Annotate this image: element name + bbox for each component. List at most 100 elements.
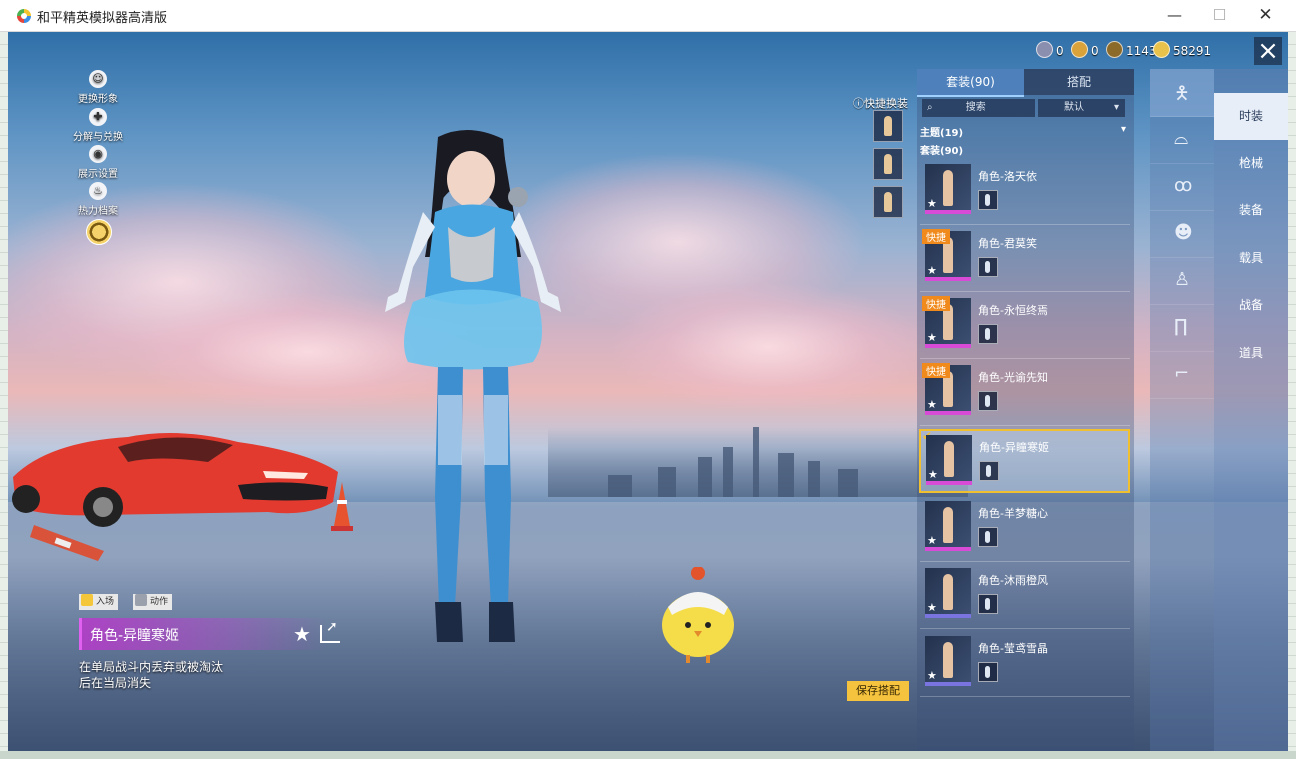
outfit-preview-icon[interactable] bbox=[978, 257, 998, 277]
slot-hat[interactable]: ⌓ bbox=[1150, 116, 1214, 164]
outfit-preview-icon[interactable] bbox=[978, 594, 998, 614]
maximize-button[interactable]: ☐ bbox=[1197, 0, 1242, 31]
fallen-traffic-cone bbox=[30, 525, 104, 561]
outfit-preview-icon[interactable] bbox=[978, 190, 998, 210]
quick-slot[interactable] bbox=[873, 148, 903, 180]
title-bar: 和平精英模拟器高清版 — ☐ ✕ bbox=[0, 0, 1296, 32]
outfit-preview-icon[interactable] bbox=[978, 662, 998, 682]
game-viewport: ☺ 更换形象 ✚ 分解与兑换 ◉ 展示设置 ♨ 热力档案 0 0 1143 58… bbox=[8, 32, 1288, 751]
tab-vehicles[interactable]: 载具 bbox=[1214, 235, 1288, 282]
list-item[interactable]: ★ 角色-洛天依 bbox=[920, 160, 1130, 225]
outfit-thumbnail: ★ bbox=[925, 164, 971, 214]
tab-match[interactable]: 搭配 bbox=[1024, 69, 1134, 95]
list-item[interactable]: ★ 角色-莹鸢雪晶 bbox=[920, 632, 1130, 697]
desktop-background-bottom bbox=[0, 751, 1296, 759]
slot-glasses[interactable]: ꝏ bbox=[1150, 163, 1214, 211]
category-menu: 时装 枪械 装备 载具 战备 道具 bbox=[1214, 69, 1288, 751]
slot-top[interactable]: ♙ bbox=[1150, 257, 1214, 305]
dismantle-exchange-button[interactable]: ✚ 分解与兑换 bbox=[53, 108, 143, 143]
character-model bbox=[385, 129, 561, 642]
quick-change-text: 快捷换装 bbox=[864, 97, 908, 110]
sort-dropdown[interactable]: 默认 ▾ bbox=[1038, 99, 1125, 117]
favorite-star-icon[interactable]: ★ bbox=[293, 622, 311, 646]
search-input[interactable]: ⌕ 搜索 bbox=[922, 99, 1035, 117]
save-outfit-button[interactable]: 保存搭配 bbox=[847, 681, 909, 701]
heat-level-badge-icon[interactable] bbox=[86, 219, 112, 245]
tab-guns[interactable]: 枪械 bbox=[1214, 140, 1288, 187]
window-title: 和平精英模拟器高清版 bbox=[37, 11, 168, 26]
entrance-action-button[interactable]: 入场 bbox=[79, 594, 119, 610]
theme-filter[interactable]: 主题(19) ▾ bbox=[920, 124, 1130, 139]
close-window-button[interactable]: ✕ bbox=[1243, 0, 1288, 31]
desktop-background-left bbox=[0, 32, 8, 759]
person-icon: ☺ bbox=[89, 70, 107, 88]
search-icon: ⌕ bbox=[927, 102, 933, 113]
outfit-preview-icon[interactable] bbox=[978, 391, 998, 411]
slot-full-outfit[interactable]: 🯅 bbox=[1150, 69, 1214, 117]
list-item[interactable]: 快捷 ★ 角色-光谕先知 bbox=[920, 361, 1130, 426]
side-menu-label: 热力档案 bbox=[78, 206, 118, 217]
quick-tag: 快捷 bbox=[922, 363, 950, 378]
outfit-name: 角色-君莫笑 bbox=[978, 237, 1037, 250]
outfit-preview-icon[interactable] bbox=[979, 461, 999, 481]
theme-label: 主题(19) bbox=[920, 128, 964, 139]
star-icon: ★ bbox=[927, 331, 937, 344]
list-item[interactable]: 快捷 ★ 角色-君莫笑 bbox=[920, 227, 1130, 292]
quick-tag: 快捷 bbox=[922, 296, 950, 311]
list-item-selected[interactable]: ✔ ★ 角色-异瞳寒姬 bbox=[919, 429, 1130, 493]
display-settings-button[interactable]: ◉ 展示设置 bbox=[53, 145, 143, 180]
cloud bbox=[608, 282, 928, 412]
quick-slot[interactable] bbox=[873, 186, 903, 218]
outfit-thumbnail: ★ bbox=[926, 435, 972, 485]
side-menu-label: 分解与兑换 bbox=[73, 132, 123, 143]
tab-fashion[interactable]: 时装 bbox=[1214, 93, 1288, 140]
pants-icon: ∏ bbox=[1174, 316, 1188, 337]
minimize-button[interactable]: — bbox=[1152, 0, 1197, 31]
quick-change-label[interactable]: ⓘ快捷换装 bbox=[853, 95, 908, 111]
desktop-background-right bbox=[1288, 32, 1296, 759]
coupon-icon bbox=[1036, 41, 1053, 58]
app-logo-icon bbox=[17, 9, 31, 23]
star-icon: ★ bbox=[927, 197, 937, 210]
sort-value: 默认 bbox=[1064, 102, 1084, 113]
tab-equipment[interactable]: 装备 bbox=[1214, 187, 1288, 234]
outfit-thumbnail: ★ bbox=[925, 568, 971, 618]
close-wardrobe-button[interactable]: × bbox=[1254, 37, 1282, 65]
tab-items[interactable]: 道具 bbox=[1214, 330, 1288, 377]
list-item[interactable]: ★ 角色-沐雨橙风 bbox=[920, 564, 1130, 629]
chick-pet bbox=[662, 567, 734, 663]
star-icon: ★ bbox=[927, 398, 937, 411]
chevron-down-icon: ▾ bbox=[1113, 102, 1119, 113]
tab-battle-prep[interactable]: 战备 bbox=[1214, 282, 1288, 329]
star-icon: ★ bbox=[927, 601, 937, 614]
quick-tag: 快捷 bbox=[922, 229, 950, 244]
motion-action-button[interactable]: 动作 bbox=[133, 594, 173, 610]
slot-mask[interactable]: ☻ bbox=[1150, 210, 1214, 258]
currency-value: 58291 bbox=[1173, 44, 1212, 58]
character-name: 角色-异瞳寒姬 bbox=[90, 628, 180, 644]
side-menu-label: 更换形象 bbox=[78, 94, 118, 105]
slot-pants[interactable]: ∏ bbox=[1150, 304, 1214, 352]
star-icon: ★ bbox=[927, 264, 937, 277]
cap-icon: ⌓ bbox=[1174, 128, 1189, 149]
red-sports-car bbox=[12, 433, 338, 527]
heat-archive-button[interactable]: ♨ 热力档案 bbox=[53, 182, 143, 217]
smiley-icon bbox=[81, 594, 93, 606]
outfit-name: 角色-沐雨橙风 bbox=[978, 574, 1048, 587]
outfit-name: 角色-光谕先知 bbox=[978, 371, 1048, 384]
slot-shoes[interactable]: ⌐ bbox=[1150, 351, 1214, 399]
outfit-preview-icon[interactable] bbox=[978, 527, 998, 547]
outfit-preview-icon[interactable] bbox=[978, 324, 998, 344]
change-appearance-button[interactable]: ☺ 更换形象 bbox=[53, 70, 143, 105]
list-item[interactable]: ★ 角色-羊梦糖心 bbox=[920, 497, 1130, 562]
currency-item: 0 bbox=[1071, 41, 1099, 59]
character-description: 在单局战斗内丢弃或被淘汰后在当局消失 bbox=[79, 660, 224, 690]
tab-suits[interactable]: 套装(90) bbox=[917, 69, 1024, 97]
share-icon[interactable] bbox=[320, 619, 340, 643]
outfit-thumbnail: ★ bbox=[925, 501, 971, 551]
list-item[interactable]: 快捷 ★ 角色-永恒终焉 bbox=[920, 294, 1130, 359]
outfit-list-panel: 套装(90) 搭配 ⌕ 搜索 默认 ▾ 主题(19) ▾ 套装(90) ★ 角色… bbox=[917, 69, 1134, 751]
outfit-name: 角色-永恒终焉 bbox=[978, 304, 1048, 317]
quick-slot[interactable] bbox=[873, 110, 903, 142]
slot-category-column: 🯅 ⌓ ꝏ ☻ ♙ ∏ ⌐ bbox=[1150, 69, 1214, 751]
